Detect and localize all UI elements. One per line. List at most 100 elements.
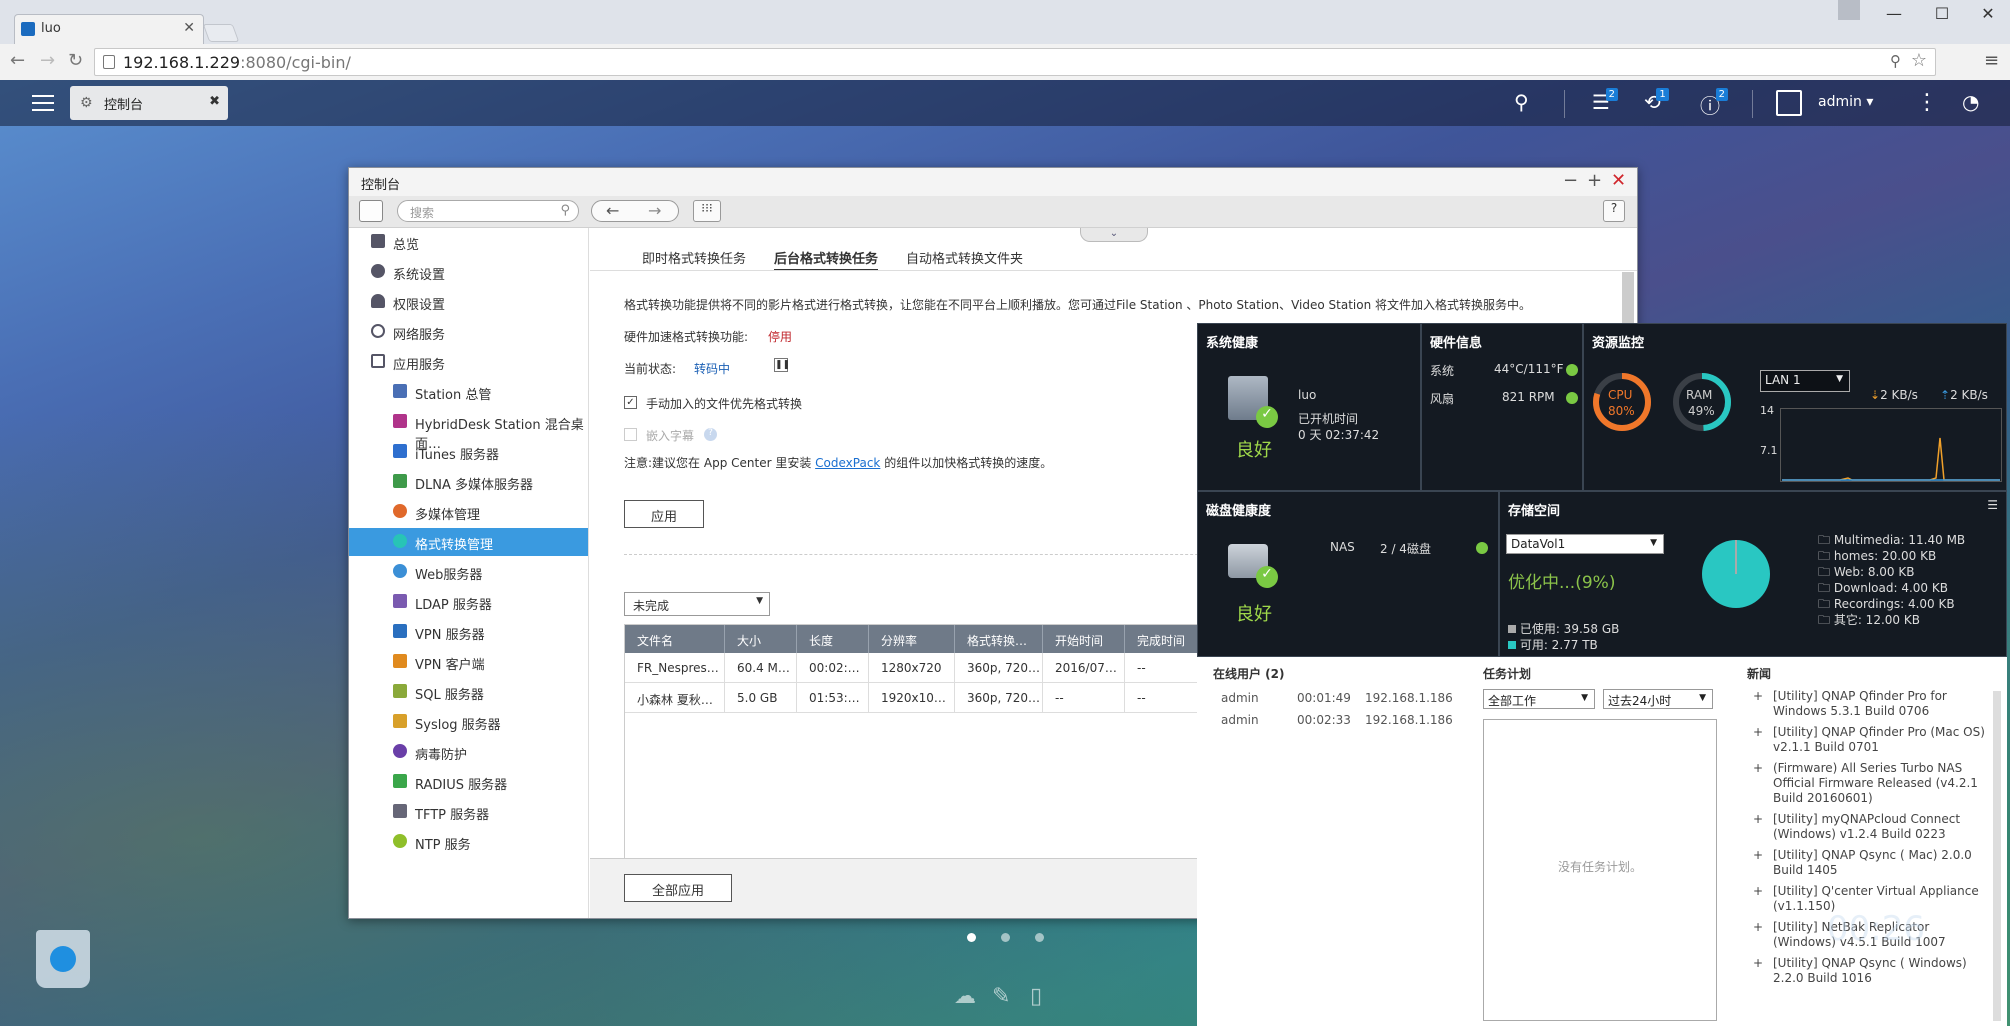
page-dot-1[interactable] [967, 933, 976, 942]
sidebar-item-privilege[interactable]: 权限设置 [349, 288, 588, 316]
hardware-info-card[interactable]: 硬件信息 系统 44°C/111°F 风扇 821 RPM [1421, 323, 1583, 491]
table-cell[interactable]: 1920x10… [869, 683, 955, 713]
table-cell[interactable]: 1280x720 [869, 653, 955, 683]
back-arrow-icon[interactable]: ← [606, 201, 619, 220]
scrollbar[interactable] [1622, 272, 1634, 328]
book-icon[interactable]: ▯ [1030, 984, 1042, 1009]
table-cell[interactable]: 360p, 720… [955, 653, 1043, 683]
table-cell[interactable]: 60.4 M… [725, 653, 797, 683]
sidebar-item-transcode[interactable]: 格式转换管理 [349, 528, 588, 556]
sidebar-item-overview[interactable]: 总览 [349, 228, 588, 256]
table-cell[interactable]: 小森林 夏秋… [625, 683, 725, 713]
storage-card[interactable]: 存储空间 ☰ DataVol1 ▼ 优化中...(9%) 已使用: 39.58 G… [1499, 491, 2007, 657]
external-device-icon[interactable]: ⟲ 1 [1644, 88, 1669, 114]
sidebar-item-ldap[interactable]: LDAP 服务器 [349, 588, 588, 616]
cloud-icon[interactable]: ☁ [954, 984, 976, 1009]
task-range-select[interactable]: 过去24小时 ▼ [1603, 689, 1713, 709]
sidebar-item-radius[interactable]: RADIUS 服务器 [349, 768, 588, 796]
app-grid-icon[interactable]: ⁝⁝⁝ [693, 200, 721, 222]
sidebar-item-system-settings[interactable]: 系统设置 [349, 258, 588, 286]
news-item[interactable]: + (Firmware) All Series Turbo NAS Officia… [1749, 761, 1985, 806]
search-icon[interactable]: ⚲ [1514, 90, 1529, 114]
address-bar[interactable]: 192.168.1.229:8080/cgi-bin/ ⚲ ☆ [94, 48, 1936, 76]
system-health-card[interactable]: 系统健康 ✓ 良好 luo 已开机时间 0 天 02:37:42 [1197, 323, 1421, 491]
table-cell[interactable]: 5.0 GB [725, 683, 797, 713]
table-cell[interactable]: -- [1043, 683, 1125, 713]
page-info-icon[interactable] [103, 55, 115, 69]
tab-background-transcode[interactable]: 后台格式转换任务 [774, 248, 879, 271]
new-tab-button[interactable] [202, 24, 240, 42]
table-cell[interactable]: -- [1125, 683, 1207, 713]
news-item[interactable]: + [Utility] myQNAPcloud Connect (Windows)… [1749, 812, 1985, 842]
news-item[interactable]: + [Utility] QNAP Qsync ( Windows) 2.2.0 B… [1749, 956, 1985, 986]
lan-select[interactable]: LAN 1 ▼ [1760, 370, 1850, 392]
status-filter-select[interactable]: 未完成 ▼ [624, 592, 770, 616]
pause-button[interactable]: ❚❚ [774, 358, 790, 372]
sidebar-item-applications[interactable]: 应用服务 [349, 348, 588, 376]
close-app-tab-icon[interactable]: ✖ [209, 94, 220, 109]
bookmark-star-icon[interactable]: ☆ [1911, 50, 1927, 71]
close-window-icon[interactable]: ✕ [1968, 4, 2008, 23]
sidebar-item-hybriddesk[interactable]: HybridDesk Station 混合桌面… [349, 408, 588, 452]
col-header-size[interactable]: 大小 [725, 625, 797, 653]
maximize-window-icon[interactable]: + [1587, 170, 1602, 191]
dashboard-gauge-icon[interactable]: ◔ [1962, 90, 1979, 114]
profile-icon[interactable] [1838, 0, 1860, 20]
user-menu[interactable]: admin ▾ [1818, 94, 1873, 110]
col-header-start[interactable]: 开始时间 [1043, 625, 1125, 653]
close-window-icon[interactable]: ✕ [1611, 170, 1626, 191]
table-cell[interactable]: 01:53:… [797, 683, 869, 713]
sidebar-item-dlna[interactable]: DLNA 多媒体服务器 [349, 468, 588, 496]
sidebar-item-itunes[interactable]: iTunes 服务器 [349, 438, 588, 466]
page-dot-3[interactable] [1035, 933, 1044, 942]
col-header-finish[interactable]: 完成时间 [1125, 625, 1207, 653]
volume-select[interactable]: DataVol1 ▼ [1506, 534, 1664, 554]
table-cell[interactable]: FR_Nespres… [625, 653, 725, 683]
table-cell[interactable]: 2016/07… [1043, 653, 1125, 683]
maximize-icon[interactable]: ☐ [1922, 4, 1962, 23]
col-header-length[interactable]: 长度 [797, 625, 869, 653]
col-header-resolution[interactable]: 分辨率 [869, 625, 955, 653]
qts-app-tab[interactable]: ⚙ 控制台 ✖ [70, 86, 228, 120]
help-circle-icon[interactable]: ? [704, 428, 717, 441]
tools-icon[interactable]: ✎ [992, 984, 1010, 1009]
minimize-icon[interactable]: — [1874, 4, 1914, 23]
sidebar-item-tftp[interactable]: TFTP 服务器 [349, 798, 588, 826]
forward-arrow-icon[interactable]: → [648, 201, 661, 220]
minimize-window-icon[interactable]: − [1563, 170, 1578, 191]
subtitle-checkbox[interactable] [624, 428, 637, 441]
more-options-icon[interactable]: ⋮ [1916, 90, 1938, 115]
table-cell[interactable]: 00:02:… [797, 653, 869, 683]
sidebar-item-sql[interactable]: SQL 服务器 [349, 678, 588, 706]
reload-icon[interactable]: ↻ [68, 50, 83, 71]
search-field[interactable]: 搜索 ⚲ [397, 200, 579, 222]
apply-all-button[interactable]: 全部应用 [624, 874, 732, 902]
chrome-menu-icon[interactable]: ≡ [1984, 50, 1999, 71]
news-item[interactable]: + [Utility] QNAP Qfinder Pro (Mac OS) v2.… [1749, 725, 1985, 755]
recycle-bin-icon[interactable] [36, 930, 90, 988]
extension-icon[interactable]: ⚲ [1890, 52, 1901, 70]
browser-tab[interactable]: luo ✕ [14, 14, 204, 44]
sidebar-item-vpn-client[interactable]: VPN 客户端 [349, 648, 588, 676]
priority-checkbox[interactable]: ✓ [624, 396, 637, 409]
table-cell[interactable]: 360p, 720… [955, 683, 1043, 713]
list-menu-icon[interactable]: ☰ [1987, 498, 1998, 512]
sidebar-item-ntp[interactable]: NTP 服务 [349, 828, 588, 856]
tab-instant-transcode[interactable]: 即时格式转换任务 [642, 248, 746, 267]
sidebar-item-syslog[interactable]: Syslog 服务器 [349, 708, 588, 736]
col-header-format[interactable]: 格式转换… [955, 625, 1043, 653]
sidebar-item-station-manager[interactable]: Station 总管 [349, 378, 588, 406]
news-item[interactable]: + [Utility] QNAP Qfinder Pro for Windows … [1749, 689, 1985, 719]
sidebar-item-network-services[interactable]: 网络服务 [349, 318, 588, 346]
apply-button[interactable]: 应用 [624, 500, 704, 528]
tab-auto-transcode-folder[interactable]: 自动格式转换文件夹 [906, 248, 1023, 267]
task-type-select[interactable]: 全部工作 ▼ [1483, 689, 1595, 709]
sidebar-item-vpn-server[interactable]: VPN 服务器 [349, 618, 588, 646]
sidebar-toggle-icon[interactable] [359, 200, 383, 222]
sidebar-item-multimedia[interactable]: 多媒体管理 [349, 498, 588, 526]
codexpack-link[interactable]: CodexPack [815, 456, 880, 470]
disk-health-card[interactable]: 磁盘健康度 ✓ 良好 NAS 2 / 4磁盘 [1197, 491, 1499, 657]
collapse-handle-icon[interactable]: ⌄ [1080, 228, 1148, 242]
sidebar-item-antivirus[interactable]: 病毒防护 [349, 738, 588, 766]
event-notification-icon[interactable]: ⓘ 2 [1700, 88, 1728, 119]
